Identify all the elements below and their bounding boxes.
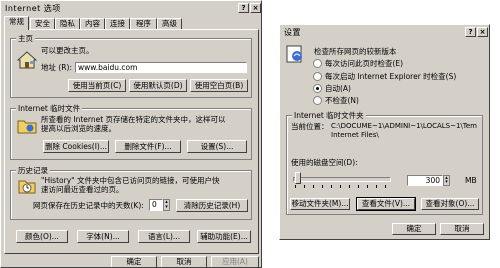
cancel-button[interactable]: 取消 [161, 256, 207, 267]
settings-title: 设置 [284, 28, 301, 37]
home-desc: 可以更改主页。 [41, 46, 94, 55]
radio-every-visit[interactable] [313, 59, 322, 68]
tab-general[interactable]: 常规 [4, 16, 29, 30]
internet-page-icon [286, 45, 302, 63]
history-days-spinner[interactable]: ▴ ▾ [163, 199, 170, 211]
history-group-label: 历史记录 [16, 165, 50, 176]
radio-automatic[interactable] [313, 84, 322, 93]
disk-space-input[interactable]: 300 [407, 175, 443, 186]
tab-panel-general: 主页 可以更改主页。 地址 (R): www.baidu.com 使用当前页(C… [4, 29, 259, 254]
temp-files-group-label: Internet 临时文件 [16, 103, 83, 114]
settings-close-button[interactable]: × [477, 27, 488, 37]
use-current-button[interactable]: 使用当前页(C) [68, 79, 126, 92]
dialog-title: Internet 选项 [5, 4, 61, 13]
address-label: 地址 (R): [41, 63, 72, 72]
option-every-start-label: 每次启动 Internet Explorer 时检查(S) [325, 72, 457, 81]
settings-button[interactable]: 设置(S)... [187, 140, 247, 153]
home-address-input[interactable]: www.baidu.com [75, 62, 247, 73]
view-files-button[interactable]: 查看文件(V)... [356, 197, 416, 211]
disk-space-slider[interactable] [293, 172, 391, 188]
slider-ticks [295, 185, 391, 188]
accessibility-button[interactable]: 辅助功能(E)... [197, 230, 251, 243]
delete-files-button[interactable]: 删除文件(F)... [115, 140, 181, 153]
temp-files-group: Internet 临时文件 所查看的 Internet 页存储在特定的文件夹中，… [10, 103, 252, 160]
temp-files-desc-1: 所查看的 Internet 页存储在特定的文件夹中，这样可以 [41, 115, 226, 124]
languages-button[interactable]: 语言(L)... [138, 230, 190, 243]
option-automatic-label: 自动(A) [325, 84, 351, 93]
close-button[interactable]: × [250, 3, 261, 13]
option-never-label: 不检查(N) [325, 96, 359, 105]
temp-folder-group-label: Internet 临时文件夹 [292, 110, 366, 121]
temp-folder-group: Internet 临时文件夹 当前位置： C:\DOCUME~1\ADMINI~… [286, 110, 483, 215]
help-button[interactable]: ? [238, 3, 249, 13]
disk-space-unit: MB [465, 176, 477, 185]
use-blank-button[interactable]: 使用空白页(B) [190, 79, 248, 92]
folder-icon [17, 120, 37, 134]
settings-dialog: 设置 ? × 检查所存网页的较新版本 每次访问此页时检查(E) 每次启动 Int… [279, 24, 490, 240]
history-days-input[interactable]: 0 [149, 199, 163, 211]
disk-space-spinner[interactable]: ▴ ▾ [443, 175, 450, 186]
delete-cookies-button[interactable]: 删除 Cookies(I)... [43, 140, 109, 153]
disk-space-label: 使用的磁盘空间(D): [291, 158, 358, 167]
history-desc-1: "History" 文件夹中包含已访问页的链接，可使用户快 [41, 176, 220, 185]
radio-selected-dot [316, 87, 319, 90]
colors-button[interactable]: 颜色(O)... [16, 230, 68, 243]
history-desc-2: 速访问最近查看过的页。 [41, 185, 124, 194]
slider-track [293, 177, 391, 182]
ok-button[interactable]: 确定 [111, 256, 157, 267]
location-path-2: Internet Files\ [331, 131, 379, 139]
settings-cancel-button[interactable]: 取消 [440, 223, 484, 235]
home-page-group-label: 主页 [16, 33, 35, 44]
temp-files-desc-2: 提高以后浏览的速度。 [41, 124, 116, 133]
settings-help-button[interactable]: ? [465, 27, 476, 37]
location-path-1: C:\DOCUME~1\ADMINI~1\LOCALS~1\Tem [331, 122, 477, 130]
home-icon [17, 51, 37, 69]
internet-options-dialog: Internet 选项 ? × 常规 安全 隐私 内容 连接 程序 高级 主页 … [0, 0, 262, 268]
option-every-visit-label: 每次访问此页时检查(E) [325, 59, 404, 68]
history-days-label: 网页保存在历史记录中的天数(K): [33, 201, 144, 210]
home-page-group: 主页 可以更改主页。 地址 (R): www.baidu.com 使用当前页(C… [10, 33, 252, 98]
settings-title-bar[interactable]: 设置 ? × [280, 25, 489, 39]
settings-ok-button[interactable]: 确定 [392, 223, 436, 235]
slider-thumb[interactable] [295, 172, 301, 184]
clear-history-button[interactable]: 清除历史记录(H) [176, 199, 248, 212]
use-default-button[interactable]: 使用默认页(D) [129, 79, 187, 92]
check-newer-label: 检查所存网页的较新版本 [314, 47, 397, 56]
radio-never[interactable] [313, 96, 322, 105]
history-group: 历史记录 "History" 文件夹中包含已访问页的链接，可使用户快 速访问最近… [10, 165, 252, 220]
fonts-button[interactable]: 字体(N)... [77, 230, 129, 243]
move-folder-button[interactable]: 移动文件夹(M)... [290, 198, 350, 210]
radio-every-start[interactable] [313, 72, 322, 81]
title-bar[interactable]: Internet 选项 ? × [1, 1, 261, 15]
apply-button[interactable]: 应用(A) [211, 256, 259, 267]
view-objects-button[interactable]: 查看对象(O)... [421, 198, 479, 210]
location-label: 当前位置： [291, 122, 329, 131]
history-icon [18, 180, 36, 194]
